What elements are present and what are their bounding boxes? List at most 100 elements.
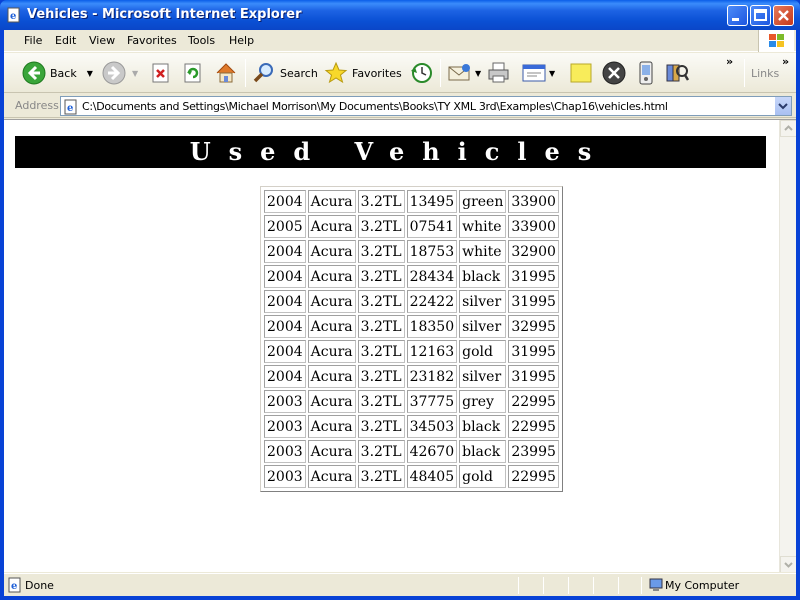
price-cell: 31995 — [508, 365, 559, 388]
mail-button[interactable]: ▼ — [447, 59, 481, 87]
refresh-button[interactable] — [182, 59, 204, 87]
maximize-button[interactable] — [750, 5, 771, 26]
discuss-button[interactable] — [569, 59, 593, 87]
home-icon — [214, 61, 238, 85]
history-button[interactable] — [409, 59, 435, 87]
research-button[interactable] — [664, 59, 690, 87]
model-cell: 3.2TL — [357, 315, 405, 338]
price-cell: 31995 — [508, 290, 559, 313]
color-cell: silver — [459, 290, 507, 313]
menu-help[interactable]: Help — [229, 34, 254, 47]
vertical-scrollbar[interactable] — [779, 120, 796, 572]
search-label: Search — [280, 66, 318, 80]
table-row: 2004 Acura 3.2TL 18753 white 32900 — [264, 240, 559, 263]
color-cell: silver — [459, 315, 507, 338]
table-row: 2004 Acura 3.2TL 28434 black 31995 — [264, 265, 559, 288]
history-icon — [409, 61, 435, 85]
year-cell: 2004 — [264, 365, 306, 388]
svg-text:e: e — [11, 581, 17, 592]
forward-dropdown-icon: ▼ — [132, 68, 139, 78]
model-cell: 3.2TL — [357, 340, 405, 363]
model-cell: 3.2TL — [357, 240, 405, 263]
toolbar-overflow-button[interactable]: » — [726, 55, 733, 68]
table-row: 2004 Acura 3.2TL 12163 gold 31995 — [264, 340, 559, 363]
color-cell: white — [459, 215, 507, 238]
table-row: 2004 Acura 3.2TL 22422 silver 31995 — [264, 290, 559, 313]
links-overflow-button[interactable]: » — [782, 55, 789, 68]
home-button[interactable] — [214, 59, 238, 87]
mail-dropdown-icon[interactable]: ▼ — [475, 69, 481, 78]
table-row: 2004 Acura 3.2TL 13495 green 33900 — [264, 190, 559, 213]
svg-text:e: e — [67, 103, 73, 114]
year-cell: 2004 — [264, 340, 306, 363]
forward-button[interactable]: ▼ — [102, 59, 138, 87]
toolbar-separator — [744, 59, 745, 87]
price-cell: 33900 — [508, 215, 559, 238]
model-cell: 3.2TL — [357, 215, 405, 238]
window-title: Vehicles - Microsoft Internet Explorer — [27, 7, 302, 22]
price-cell: 32995 — [508, 315, 559, 338]
svg-text:e: e — [10, 11, 16, 22]
make-cell: Acura — [307, 340, 356, 363]
edit-dropdown-icon[interactable]: ▼ — [549, 69, 555, 78]
edit-button[interactable]: ▼ — [521, 59, 555, 87]
address-dropdown-button[interactable] — [774, 97, 791, 115]
make-cell: Acura — [307, 190, 356, 213]
mileage-cell: 07541 — [406, 215, 458, 238]
make-cell: Acura — [307, 440, 356, 463]
make-cell: Acura — [307, 290, 356, 313]
ie-page-icon: e — [7, 577, 23, 593]
windows-logo-icon — [758, 30, 794, 52]
table-row: 2004 Acura 3.2TL 18350 silver 32995 — [264, 315, 559, 338]
model-cell: 3.2TL — [357, 265, 405, 288]
block-button[interactable] — [601, 59, 627, 87]
address-field[interactable]: e C:\Documents and Settings\Michael Morr… — [60, 96, 792, 116]
my-computer-icon — [648, 577, 664, 593]
menu-bar: File Edit View Favorites Tools Help — [4, 30, 796, 52]
menu-tools[interactable]: Tools — [188, 34, 215, 47]
year-cell: 2004 — [264, 240, 306, 263]
make-cell: Acura — [307, 390, 356, 413]
menu-view[interactable]: View — [89, 34, 115, 47]
price-cell: 23995 — [508, 440, 559, 463]
scroll-down-button[interactable] — [780, 556, 796, 572]
stop-button[interactable] — [150, 59, 172, 87]
device-icon — [635, 61, 657, 85]
title-bar[interactable]: e Vehicles - Microsoft Internet Explorer — [0, 0, 800, 30]
mileage-cell: 12163 — [406, 340, 458, 363]
make-cell: Acura — [307, 465, 356, 488]
status-bar: e Done My Computer — [4, 573, 796, 596]
table-row: 2003 Acura 3.2TL 37775 grey 22995 — [264, 390, 559, 413]
model-cell: 3.2TL — [357, 390, 405, 413]
menu-favorites[interactable]: Favorites — [127, 34, 177, 47]
favorites-button[interactable]: Favorites — [324, 59, 402, 87]
minimize-button[interactable] — [727, 5, 748, 26]
menu-file[interactable]: File — [24, 34, 42, 47]
color-cell: black — [459, 440, 507, 463]
year-cell: 2003 — [264, 440, 306, 463]
search-icon — [252, 61, 276, 85]
address-url[interactable]: C:\Documents and Settings\Michael Morris… — [82, 100, 668, 113]
forward-arrow-icon — [102, 61, 126, 85]
year-cell: 2004 — [264, 190, 306, 213]
messenger-button[interactable] — [635, 59, 657, 87]
block-icon — [601, 60, 627, 86]
color-cell: gold — [459, 465, 507, 488]
close-button[interactable] — [773, 5, 794, 26]
status-divider — [543, 577, 544, 594]
print-button[interactable] — [486, 59, 512, 87]
color-cell: silver — [459, 365, 507, 388]
color-cell: black — [459, 415, 507, 438]
color-cell: grey — [459, 390, 507, 413]
price-cell: 22995 — [508, 390, 559, 413]
make-cell: Acura — [307, 240, 356, 263]
status-divider — [618, 577, 619, 594]
search-button[interactable]: Search — [252, 59, 318, 87]
back-dropdown-icon[interactable]: ▼ — [87, 69, 93, 78]
menu-edit[interactable]: Edit — [55, 34, 76, 47]
scroll-up-button[interactable] — [780, 120, 796, 137]
price-cell: 32900 — [508, 240, 559, 263]
table-row: 2003 Acura 3.2TL 34503 black 22995 — [264, 415, 559, 438]
links-button[interactable]: Links — [751, 67, 779, 80]
back-button[interactable]: Back ▼ — [22, 59, 93, 87]
